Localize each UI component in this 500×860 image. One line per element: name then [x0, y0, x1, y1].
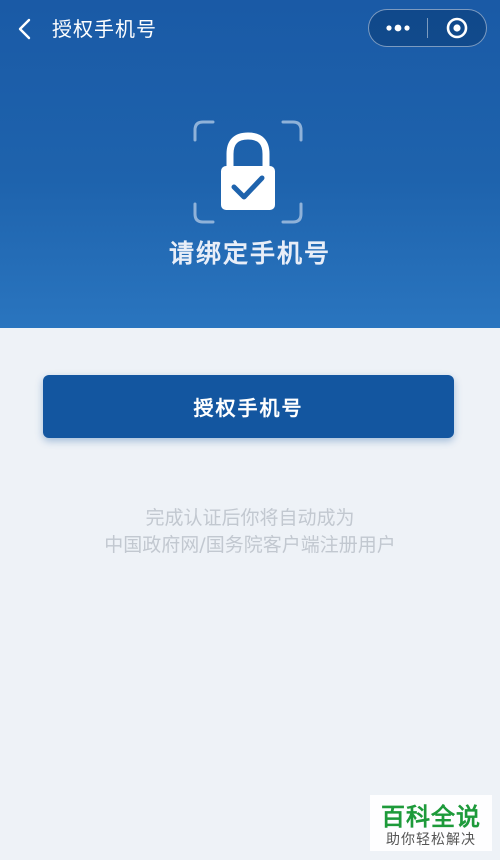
- chevron-left-icon: [18, 18, 31, 40]
- more-dots-icon: [386, 24, 410, 32]
- target-close-icon: [446, 17, 468, 39]
- more-menu-button[interactable]: [369, 10, 427, 46]
- authorize-phone-button[interactable]: 授权手机号: [43, 375, 454, 438]
- page-title: 授权手机号: [52, 17, 157, 41]
- lock-check-icon: [193, 120, 303, 224]
- watermark-logo: 百科全说 助你轻松解决: [370, 795, 492, 851]
- registration-note-line-2: 中国政府网/国务院客户端注册用户: [104, 534, 396, 556]
- registration-note-line-1: 完成认证后你将自动成为: [145, 507, 355, 529]
- bind-phone-heading: 请绑定手机号: [168, 239, 331, 268]
- mini-program-capsule: [368, 9, 487, 47]
- close-mini-program-button[interactable]: [428, 10, 486, 46]
- watermark-title: 百科全说: [381, 803, 481, 831]
- lock-illustration: [193, 120, 303, 224]
- header-banner: 授权手机号 请绑定手机号: [0, 0, 500, 328]
- back-button[interactable]: [10, 14, 40, 44]
- watermark-subtitle: 助你轻松解决: [386, 832, 476, 848]
